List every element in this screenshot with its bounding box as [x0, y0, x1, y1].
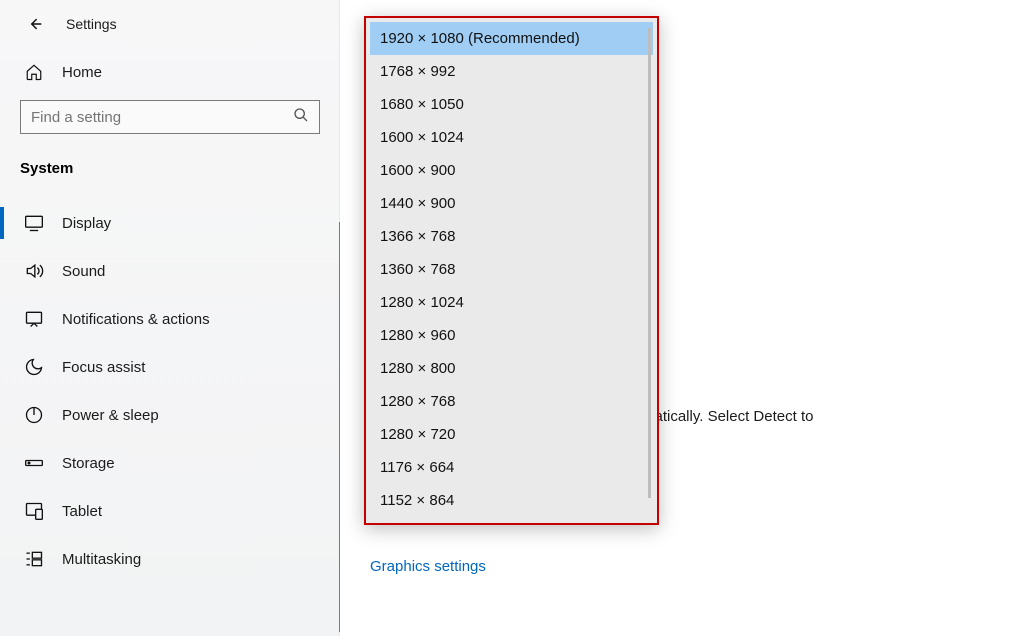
resolution-option[interactable]: 1280 × 768	[370, 385, 653, 418]
resolution-option[interactable]: 1280 × 800	[370, 352, 653, 385]
resolution-option[interactable]: 1440 × 900	[370, 187, 653, 220]
resolution-option[interactable]: 1600 × 900	[370, 154, 653, 187]
nav-item-power[interactable]: Power & sleep	[0, 391, 339, 439]
topbar: Settings	[0, 10, 339, 52]
resolution-option[interactable]: 1280 × 960	[370, 319, 653, 352]
home-icon	[24, 62, 44, 82]
window-title: Settings	[66, 16, 117, 32]
resolution-option[interactable]: 1280 × 720	[370, 418, 653, 451]
nav-item-tablet[interactable]: Tablet	[0, 487, 339, 535]
back-button[interactable]	[24, 14, 44, 34]
resolution-option[interactable]: 1768 × 992	[370, 55, 653, 88]
dropdown-scrollbar[interactable]	[648, 28, 651, 498]
nav-label: Display	[62, 215, 111, 232]
resolution-option[interactable]: 1600 × 1024	[370, 121, 653, 154]
multitasking-icon	[24, 549, 44, 569]
resolution-option[interactable]: 1366 × 768	[370, 220, 653, 253]
home-label: Home	[62, 64, 102, 81]
nav-item-focus[interactable]: Focus assist	[0, 343, 339, 391]
search-input[interactable]	[20, 100, 320, 134]
nav-label: Sound	[62, 263, 105, 280]
nav-item-display[interactable]: Display	[0, 199, 339, 247]
search-icon	[293, 107, 309, 128]
back-arrow-icon	[25, 15, 43, 33]
home-nav[interactable]: Home	[0, 52, 339, 100]
tablet-icon	[24, 501, 44, 521]
resolution-option[interactable]: 1280 × 1024	[370, 286, 653, 319]
resolution-option[interactable]: 1920 × 1080 (Recommended)	[370, 22, 653, 55]
display-icon	[24, 213, 44, 233]
resolution-list: 1920 × 1080 (Recommended)1768 × 9921680 …	[366, 18, 657, 523]
focus-icon	[24, 357, 44, 377]
section-header: System	[0, 152, 339, 199]
nav-item-storage[interactable]: Storage	[0, 439, 339, 487]
nav-item-multitasking[interactable]: Multitasking	[0, 535, 339, 583]
nav-label: Multitasking	[62, 551, 141, 568]
nav-item-sound[interactable]: Sound	[0, 247, 339, 295]
resolution-option[interactable]: 1360 × 768	[370, 253, 653, 286]
nav-label: Notifications & actions	[62, 311, 210, 328]
resolution-option[interactable]: 1176 × 664	[370, 451, 653, 484]
nav-label: Tablet	[62, 503, 102, 520]
nav-item-notifications[interactable]: Notifications & actions	[0, 295, 339, 343]
resolution-option[interactable]: 1680 × 1050	[370, 88, 653, 121]
graphics-settings-link[interactable]: Graphics settings	[370, 558, 486, 575]
content-area: matically. Select Detect to 1920 × 1080 …	[340, 0, 1024, 636]
resolution-dropdown[interactable]: 1920 × 1080 (Recommended)1768 × 9921680 …	[364, 16, 659, 525]
background-text: matically. Select Detect to	[642, 408, 813, 425]
nav-label: Focus assist	[62, 359, 145, 376]
resolution-option[interactable]: 1152 × 864	[370, 484, 653, 517]
nav-label: Power & sleep	[62, 407, 159, 424]
storage-icon	[24, 453, 44, 473]
sidebar: Settings Home System Display	[0, 0, 340, 636]
power-icon	[24, 405, 44, 425]
nav-list: Display Sound Notifications & actions Fo…	[0, 199, 339, 583]
sound-icon	[24, 261, 44, 281]
notifications-icon	[24, 309, 44, 329]
nav-label: Storage	[62, 455, 115, 472]
search-field[interactable]	[31, 109, 293, 126]
